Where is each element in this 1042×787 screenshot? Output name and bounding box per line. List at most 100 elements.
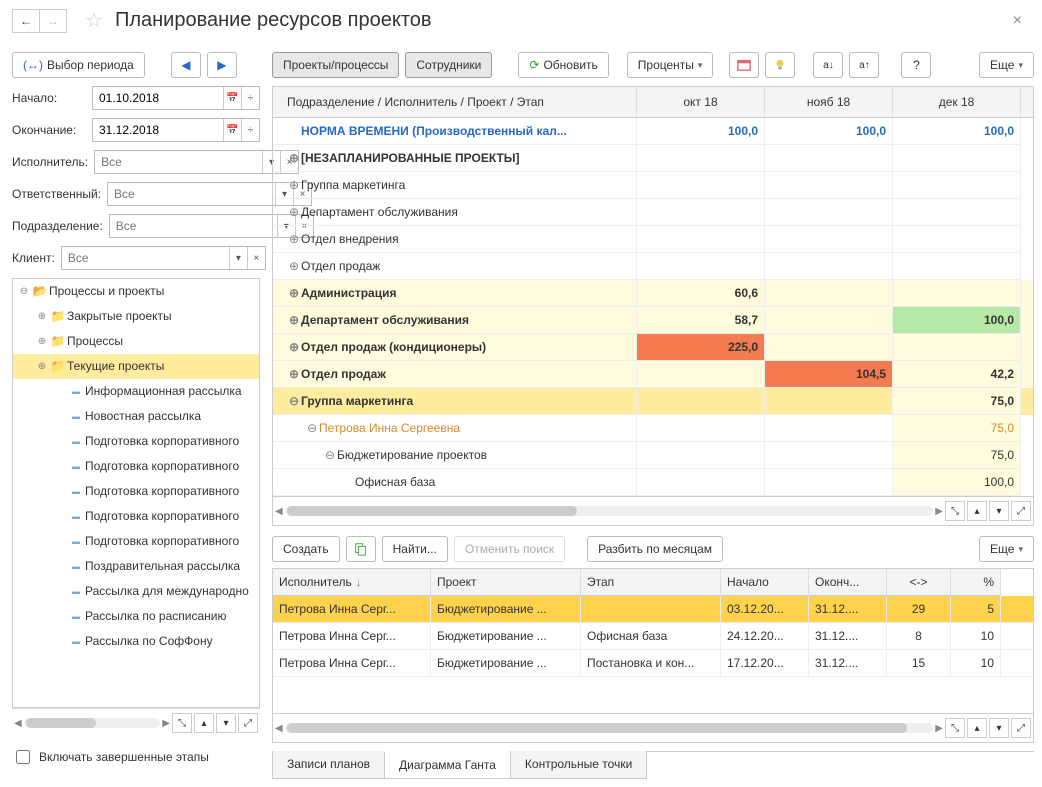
favorite-icon[interactable]: ☆: [85, 8, 103, 33]
grid-row[interactable]: ⊖Бюджетирование проектов75,0: [273, 442, 1033, 469]
tree-hscroll[interactable]: [24, 718, 161, 728]
lower-down[interactable]: ▾: [989, 718, 1009, 738]
expand-icon[interactable]: ⊕: [287, 367, 301, 381]
tree-item[interactable]: ⊕📁Текущие проекты: [13, 354, 259, 379]
grid-col-m1[interactable]: окт 18: [637, 87, 765, 118]
grid-row[interactable]: ⊕Отдел продаж104,542,2: [273, 361, 1033, 388]
more-button[interactable]: Еще▾: [979, 52, 1034, 78]
copy-button[interactable]: [346, 536, 376, 562]
chevron-down-icon[interactable]: ▾: [229, 247, 247, 269]
grid-row[interactable]: ⊕Департамент обслуживания: [273, 199, 1033, 226]
lower-expand-all[interactable]: ⤢: [1011, 718, 1031, 738]
tree-item[interactable]: ▬Поздравительная рассылка: [13, 554, 259, 579]
view-alt-button[interactable]: [765, 52, 795, 78]
tree-up[interactable]: ▴: [194, 713, 214, 733]
tree-item[interactable]: ▬Рассылка по расписанию: [13, 604, 259, 629]
grid-col-m2[interactable]: нояб 18: [765, 87, 893, 118]
prev-period-button[interactable]: ◀: [171, 52, 201, 78]
lower-hscroll[interactable]: [285, 723, 934, 733]
expand-icon[interactable]: ⊕: [287, 232, 301, 246]
grid-row[interactable]: ⊖Группа маркетинга75,0: [273, 388, 1033, 415]
grid-col-main[interactable]: Подразделение / Исполнитель / Проект / Э…: [273, 87, 637, 118]
calendar-icon[interactable]: 📅: [223, 87, 241, 109]
expand-icon[interactable]: ⊕: [35, 336, 49, 347]
tree-item[interactable]: ▬Подготовка корпоративного: [13, 479, 259, 504]
forward-button[interactable]: →: [39, 9, 67, 33]
grid-row[interactable]: ⊕Администрация60,6: [273, 280, 1033, 307]
tree-item[interactable]: ▬Информационная рассылка: [13, 379, 259, 404]
tree-item[interactable]: ▬Новостная рассылка: [13, 404, 259, 429]
expand-icon[interactable]: ⊖: [287, 394, 301, 408]
select-period-button[interactable]: (↔) Выбор периода: [12, 52, 145, 78]
tree-root[interactable]: ⊖ 📂 Процессы и проекты: [13, 279, 259, 304]
back-button[interactable]: ←: [12, 9, 40, 33]
tree-expand-all[interactable]: ⤢: [238, 713, 258, 733]
help-button[interactable]: ?: [901, 52, 931, 78]
col-start[interactable]: Начало: [721, 569, 809, 596]
split-months-button[interactable]: Разбить по месяцам: [587, 536, 723, 562]
include-completed-checkbox[interactable]: [16, 750, 30, 764]
expand-icon[interactable]: ⊕: [287, 205, 301, 219]
lower-up[interactable]: ▴: [967, 718, 987, 738]
col-dur[interactable]: <->: [887, 569, 951, 596]
tree-item[interactable]: ▬Подготовка корпоративного: [13, 529, 259, 554]
expand-icon[interactable]: ⊖: [305, 421, 319, 435]
tree-item[interactable]: ▬Подготовка корпоративного: [13, 454, 259, 479]
export-out-button[interactable]: a↑: [849, 52, 879, 78]
grid-up[interactable]: ▴: [967, 501, 987, 521]
grid-row[interactable]: ⊕Отдел продаж (кондиционеры)225,0: [273, 334, 1033, 361]
grid-row[interactable]: ⊖Петрова Инна Сергеевна75,0: [273, 415, 1033, 442]
grid-row[interactable]: НОРМА ВРЕМЕНИ (Производственный кал...10…: [273, 118, 1033, 145]
date-step-icon[interactable]: ÷: [241, 119, 259, 141]
col-end[interactable]: Оконч...: [809, 569, 887, 596]
grid-row[interactable]: ⊕Отдел внедрения: [273, 226, 1033, 253]
expand-icon[interactable]: ⊕: [35, 311, 49, 322]
expand-icon[interactable]: ⊕: [287, 259, 301, 273]
create-button[interactable]: Создать: [272, 536, 340, 562]
grid-col-m3[interactable]: дек 18: [893, 87, 1021, 118]
expand-icon[interactable]: ⊕: [287, 313, 301, 327]
tab-projects-button[interactable]: Проекты/процессы: [272, 52, 399, 78]
grid-row[interactable]: Офисная база100,0: [273, 469, 1033, 496]
start-date-input[interactable]: 📅 ÷: [92, 86, 260, 110]
next-period-button[interactable]: ▶: [207, 52, 237, 78]
tab-employees-button[interactable]: Сотрудники: [405, 52, 492, 78]
col-pct[interactable]: %: [951, 569, 1001, 596]
expand-icon[interactable]: ⊕: [287, 178, 301, 192]
percents-button[interactable]: Проценты▾: [627, 52, 714, 78]
grid-row[interactable]: ⊕[НЕЗАПЛАНИРОВАННЫЕ ПРОЕКТЫ]: [273, 145, 1033, 172]
calendar-icon[interactable]: 📅: [223, 119, 241, 141]
expand-icon[interactable]: ⊖: [323, 448, 337, 462]
col-exec[interactable]: Исполнитель↓: [273, 569, 431, 596]
close-icon[interactable]: ×: [1005, 12, 1030, 30]
tree-item[interactable]: ⊕📁Закрытые проекты: [13, 304, 259, 329]
grid-row[interactable]: ⊕Группа маркетинга: [273, 172, 1033, 199]
grid-row[interactable]: ⊕Департамент обслуживания58,7100,0: [273, 307, 1033, 334]
expand-icon[interactable]: ⊕: [287, 151, 301, 165]
col-proj[interactable]: Проект: [431, 569, 581, 596]
lower-collapse-all[interactable]: ⤡: [945, 718, 965, 738]
expand-icon[interactable]: ⊕: [35, 361, 49, 372]
date-step-icon[interactable]: ÷: [241, 87, 259, 109]
col-stage[interactable]: Этап: [581, 569, 721, 596]
clear-icon[interactable]: ×: [247, 247, 265, 269]
tree-collapse-all[interactable]: ⤡: [172, 713, 192, 733]
tree-item[interactable]: ▬Рассылка для международно: [13, 579, 259, 604]
find-button[interactable]: Найти...: [382, 536, 448, 562]
view-calendar-button[interactable]: [729, 52, 759, 78]
tree-item[interactable]: ▬Подготовка корпоративного: [13, 504, 259, 529]
tab-gantt[interactable]: Диаграмма Ганта: [384, 751, 511, 779]
grid-hscroll[interactable]: [285, 506, 934, 516]
grid-row[interactable]: ⊕Отдел продаж: [273, 253, 1033, 280]
expand-icon[interactable]: ⊕: [287, 286, 301, 300]
expand-icon[interactable]: ⊕: [287, 340, 301, 354]
grid-collapse-all[interactable]: ⤡: [945, 501, 965, 521]
grid-expand-all[interactable]: ⤢: [1011, 501, 1031, 521]
refresh-button[interactable]: ⟳ Обновить: [518, 52, 608, 78]
tab-records[interactable]: Записи планов: [272, 751, 385, 779]
table-row[interactable]: Петрова Инна Серг...Бюджетирование ...По…: [273, 650, 1033, 677]
grid-down[interactable]: ▾: [989, 501, 1009, 521]
end-date-input[interactable]: 📅 ÷: [92, 118, 260, 142]
tree-item[interactable]: ▬Рассылка по СофФону: [13, 629, 259, 654]
tree-item[interactable]: ⊕📁Процессы: [13, 329, 259, 354]
